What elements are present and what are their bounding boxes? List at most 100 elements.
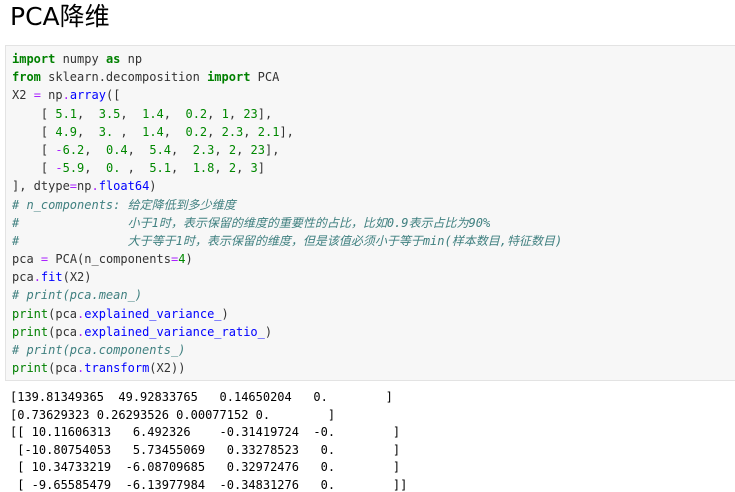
code-token: . [33, 270, 41, 285]
code-token: , [236, 161, 251, 176]
code-token: PCA(n_components [48, 252, 171, 267]
code-line: pca.fit(X2) [12, 268, 562, 286]
code-token: , [127, 142, 150, 157]
code-token: , [163, 124, 186, 139]
code-token: print [12, 361, 49, 376]
code-token: , [171, 142, 193, 157]
code-token: ], dtype [12, 179, 70, 194]
code-token: , [214, 142, 229, 157]
code-line: [ 4.9, 3. , 1.4, 0.2, 2.3, 2.1], [12, 123, 562, 141]
code-token: 3 [250, 161, 258, 176]
code-token: (X2)) [149, 361, 186, 376]
code-token: array [69, 88, 106, 103]
code-token: 6.2 [62, 142, 85, 157]
code-token: 5.1 [55, 106, 78, 121]
code-token: ([ [105, 88, 121, 103]
output-line: [139.81349365 49.92833765 0.14650204 0. … [10, 390, 393, 404]
code-token: np [120, 52, 143, 66]
code-token: print [12, 324, 49, 339]
code-token: , [77, 124, 99, 139]
output-line: [ 10.34733219 -6.08709685 0.32972476 0. … [10, 460, 401, 475]
code-line: print(pca.transform(X2)) [12, 359, 562, 377]
code-line: print(pca.explained_variance_) [12, 305, 562, 323]
code-token: 0.4 [105, 142, 128, 157]
code-token: from [12, 70, 41, 85]
code-token: fit [40, 270, 63, 285]
code-token: # 大于等于1时，表示保留的维度，但是该值必须小于等于min(样本数目,特征数目… [12, 233, 563, 248]
code-token: 5.9 [62, 161, 85, 176]
code-line: # print(pca.components_) [12, 341, 562, 359]
code-token: 0. [105, 161, 121, 176]
code-token: transform [84, 361, 150, 376]
code-token: 3. [98, 124, 114, 139]
code-token: (pca [48, 324, 78, 339]
code-token: print [12, 306, 49, 321]
code-token: = [69, 179, 78, 194]
code-token: 5.4 [149, 142, 172, 157]
code-line: # n_components: 给定降低到多少维度 [12, 196, 562, 214]
code-line: import numpy as np [12, 50, 562, 68]
code-token: 2.3 [192, 142, 215, 157]
code-token: 2 [228, 142, 237, 157]
code-cell[interactable]: import numpy as np from sklearn.decomposi… [5, 45, 735, 381]
code-token: np [40, 88, 63, 103]
code-token: , [171, 161, 193, 176]
code-token: , [228, 106, 244, 121]
code-token: = [33, 88, 41, 103]
code-token: . [62, 88, 70, 103]
code-line: # print(pca.mean_) [12, 286, 562, 304]
code-token: (pca [48, 306, 78, 321]
code-token: explained_variance_ratio_ [84, 324, 265, 339]
code-token: 0.2 [185, 106, 208, 121]
code-line: # 大于等于1时，表示保留的维度，但是该值必须小于等于min(样本数目,特征数目… [12, 232, 562, 250]
code-token: (X2) [62, 270, 92, 285]
code-token: - [55, 142, 63, 157]
code-token: 5.1 [149, 161, 172, 176]
code-token: ], [279, 124, 294, 139]
code-token: float64 [98, 179, 150, 194]
code-token: # print(pca.mean_) [12, 288, 143, 303]
code-token: (pca [48, 361, 78, 376]
code-token: import [207, 70, 251, 85]
code-token: , [120, 106, 143, 121]
output-area: [139.81349365 49.92833765 0.14650204 0. … [10, 389, 407, 492]
code-token: , [243, 124, 258, 139]
code-token: , [84, 161, 106, 176]
code-line: from sklearn.decomposition import PCA [12, 68, 562, 86]
code-token: sklearn.decomposition [40, 70, 208, 85]
code-line: [ -6.2, 0.4, 5.4, 2.3, 2, 23], [12, 141, 562, 159]
code-token: ], [265, 142, 280, 157]
code-token: # 小于1时，表示保留的维度的重要性的占比，比如0.9表示占比为90% [12, 215, 491, 230]
code-token: , [77, 106, 99, 121]
code-token: , [214, 161, 229, 176]
code-token: 4.9 [55, 124, 78, 139]
code-line: [ 5.1, 3.5, 1.4, 0.2, 1, 23], [12, 105, 562, 123]
code-token: # n_components: 给定降低到多少维度 [12, 197, 236, 212]
code-token: , [207, 124, 222, 139]
code-token: , [84, 142, 106, 157]
code-token: 23 [250, 142, 265, 157]
code-token: , [236, 142, 251, 157]
code-token: explained_variance_ [84, 306, 222, 321]
code-token: , [207, 106, 222, 121]
code-line: ], dtype=np.float64) [12, 177, 562, 195]
code-token: PCA [250, 70, 280, 85]
code-line: [ -5.9, 0. , 5.1, 1.8, 2, 3] [12, 159, 562, 177]
code-line: # 小于1时，表示保留的维度的重要性的占比，比如0.9表示占比为90% [12, 214, 562, 232]
code-token: pca [12, 252, 41, 267]
code-token: - [55, 161, 63, 176]
code-token: 2 [228, 161, 237, 176]
code-token: , [163, 106, 186, 121]
code-token: X2 [12, 88, 34, 103]
code-token: ], [257, 106, 273, 121]
code-token: 2.3 [221, 124, 244, 139]
code-token: ) [185, 252, 193, 267]
code-token: np [77, 179, 92, 194]
output-line: [-10.80754053 5.73455069 0.33278523 0. ] [10, 442, 401, 457]
code-line: pca = PCA(n_components=4) [12, 250, 562, 268]
code-editor[interactable]: import numpy as np from sklearn.decomposi… [12, 50, 562, 377]
code-token: numpy [55, 52, 106, 66]
output-line: [0.73629323 0.26293526 0.00077152 0. ] [10, 407, 336, 422]
code-token: 1.8 [192, 161, 215, 176]
code-token: 3.5 [98, 106, 121, 121]
